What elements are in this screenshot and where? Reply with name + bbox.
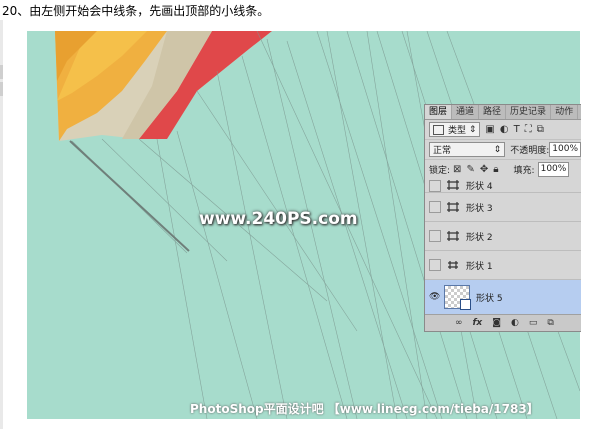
panel-bottom-bar: ∞ fx ◙ ◐ ▭ ⧉	[425, 314, 581, 331]
opacity-field[interactable]: 100%	[549, 142, 581, 157]
layer-name: 形状 1	[466, 261, 493, 272]
tab-layers[interactable]: 图层	[425, 105, 453, 119]
lock-transparency-icon[interactable]: ⊠	[453, 164, 461, 175]
blend-mode-value: 正常	[433, 146, 452, 156]
smart-object-filter-icon[interactable]: ⧉	[537, 124, 544, 135]
visibility-toggle[interactable]	[429, 180, 441, 192]
layer-name: 形状 5	[476, 293, 503, 304]
chevron-updown-icon: ⇕	[466, 124, 477, 135]
left-scrollbar[interactable]	[0, 20, 3, 429]
filter-type-label: 类型	[448, 126, 467, 136]
eye-icon[interactable]: 👁︎	[429, 292, 440, 302]
text-filter-icon[interactable]: T	[514, 124, 520, 135]
chevron-updown-icon: ⇕	[493, 144, 502, 155]
layer-row[interactable]: 形状 3	[425, 193, 581, 222]
tab-paths[interactable]: 路径	[479, 105, 507, 119]
link-icon[interactable]: ∞	[455, 318, 463, 328]
opacity-label: 不透明度:	[510, 146, 550, 156]
shape-filter-icon[interactable]: ⛶	[525, 124, 532, 135]
fill-field[interactable]: 100%	[537, 162, 570, 177]
layer-name: 形状 3	[466, 203, 493, 214]
fx-icon[interactable]: fx	[473, 318, 483, 328]
instruction-text: 20、由左侧开始会中线条，先画出顶部的小线条。	[2, 4, 270, 18]
layer-row[interactable]: 形状 4	[425, 178, 581, 193]
filter-row: 类型 ⇕ ▣ ◐ T ⛶ ⧉	[425, 120, 581, 140]
filter-type-select[interactable]: 类型 ⇕	[429, 122, 481, 137]
layer-row[interactable]: 形状 1	[425, 251, 581, 280]
layer-row-selected[interactable]: 👁︎ 形状 5	[425, 280, 581, 314]
visibility-toggle[interactable]	[429, 201, 441, 213]
adjustment-icon[interactable]: ◐	[511, 318, 519, 328]
mask-icon[interactable]: ◙	[492, 318, 501, 328]
shape-layer-icon	[448, 261, 458, 269]
shape-layer-icon	[447, 231, 459, 241]
lock-position-icon[interactable]: ✥	[480, 164, 488, 175]
layer-name: 形状 2	[466, 232, 493, 243]
visibility-toggle[interactable]	[429, 230, 441, 242]
pixel-filter-icon[interactable]: ▣	[485, 124, 494, 135]
tab-history[interactable]: 历史记录	[506, 105, 552, 119]
shape-badge-icon	[460, 299, 471, 310]
lock-row: 锁定: ⊠ ✎ ✥ 🔒︎ 填充: 100%	[425, 160, 581, 180]
layers-list: 形状 4 形状 3 形状 2 形状 1 👁︎ 形状 5	[425, 178, 581, 314]
adjustment-filter-icon[interactable]: ◐	[500, 124, 509, 135]
tab-actions[interactable]: 动作	[551, 105, 579, 119]
new-layer-icon[interactable]: ⧉	[547, 318, 553, 328]
layer-row[interactable]: 形状 2	[425, 222, 581, 251]
lock-pixels-icon[interactable]: ✎	[466, 164, 474, 175]
layers-panel: 图层 通道 路径 历史记录 动作 类型 ⇕ ▣ ◐ T ⛶ ⧉ 正常 ⇕ 不透明…	[424, 104, 581, 332]
shape-layer-icon	[447, 180, 459, 190]
panel-tabs: 图层 通道 路径 历史记录 动作	[425, 105, 581, 120]
layer-name: 形状 4	[466, 182, 493, 192]
footer-credit: PhotoShop平面设计吧 【www.linecg.com/tieba/178…	[190, 402, 539, 416]
layer-thumbnail	[444, 285, 471, 310]
watermark-text: www.240PS.com	[199, 209, 358, 229]
lock-all-icon[interactable]: 🔒︎	[493, 164, 498, 175]
blend-mode-select[interactable]: 正常 ⇕	[429, 142, 506, 157]
fill-label: 填充:	[513, 166, 535, 176]
shape-layer-icon	[447, 202, 459, 212]
visibility-toggle[interactable]	[429, 259, 441, 271]
tab-channels[interactable]: 通道	[452, 105, 480, 119]
blend-row: 正常 ⇕ 不透明度: 100%	[425, 140, 581, 160]
search-icon	[433, 124, 444, 135]
lock-label: 锁定:	[429, 166, 451, 176]
folder-icon[interactable]: ▭	[529, 318, 538, 328]
